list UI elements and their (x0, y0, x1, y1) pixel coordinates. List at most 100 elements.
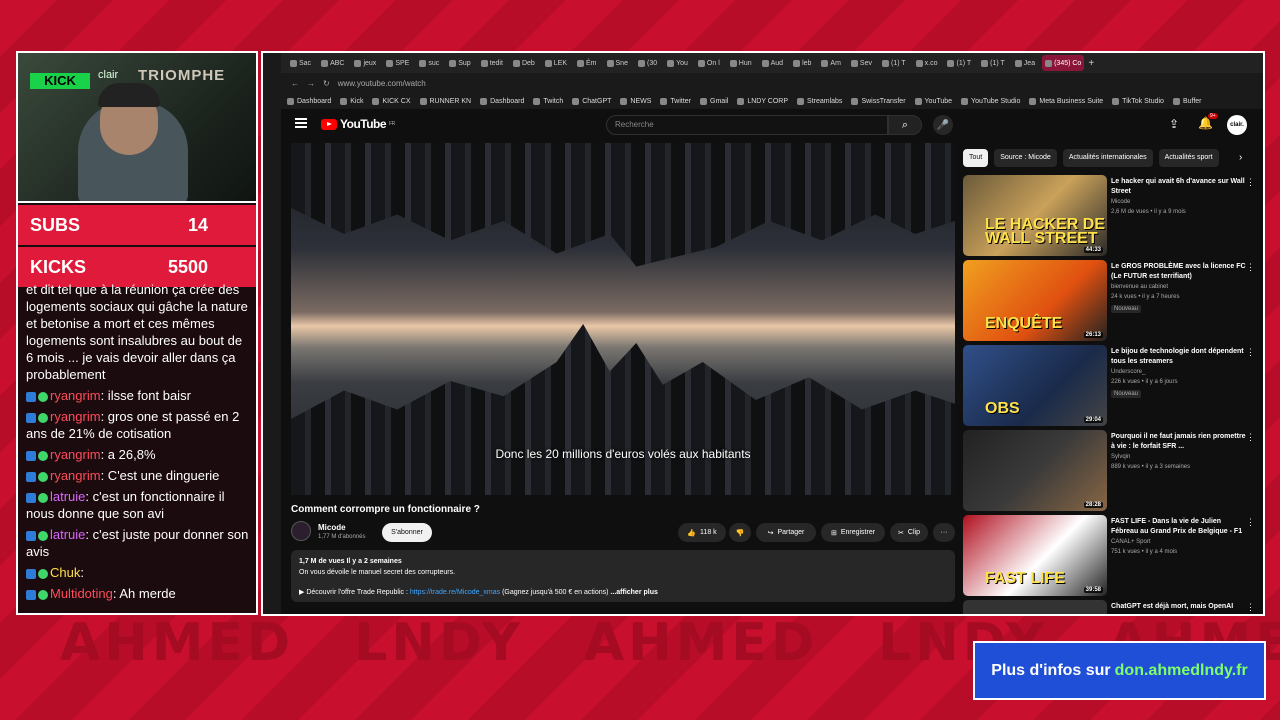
bookmark-item[interactable]: Kick (340, 97, 363, 105)
bookmark-item[interactable]: Buffer (1172, 97, 1202, 105)
recommended-title[interactable]: FAST LIFE - Dans la vie de Julien Fébrea… (1111, 517, 1247, 537)
more-options-icon[interactable]: ⋮ (1246, 347, 1255, 358)
save-button[interactable]: ⊞ Enregistrer (821, 523, 885, 542)
browser-tab[interactable]: LEK (542, 55, 570, 71)
browser-tab[interactable]: (345) Co (1042, 55, 1085, 71)
browser-tab[interactable]: Ém (574, 55, 600, 71)
chevron-right-icon[interactable]: › (1239, 152, 1242, 163)
browser-tab[interactable]: Sev (848, 55, 875, 71)
share-button[interactable]: ↪ Partager (756, 523, 816, 542)
recommended-channel[interactable]: Sylvqin (1111, 454, 1130, 460)
browser-tab[interactable]: You (664, 55, 691, 71)
browser-sidebar[interactable] (263, 53, 281, 614)
recommended-channel[interactable]: bienvenue au cabinet (1111, 284, 1168, 290)
browser-tab[interactable]: (1) T (879, 55, 909, 71)
chat-username[interactable]: Multidoting (50, 586, 113, 601)
bookmark-item[interactable]: Meta Business Suite (1029, 97, 1103, 105)
account-avatar[interactable]: clair. (1227, 115, 1247, 135)
bookmark-item[interactable]: Gmail (700, 97, 728, 105)
url-text[interactable]: www.youtube.com/watch (338, 79, 426, 88)
browser-tab[interactable]: On l (695, 55, 723, 71)
recommended-video[interactable]: LE HACKER DE WALL STREET 44:33 Le hacker q… (963, 175, 1263, 257)
recommended-channel[interactable]: CANAL+ Sport (1111, 539, 1151, 545)
browser-tab[interactable]: Am (818, 55, 844, 71)
recommended-video[interactable]: ENQUÊTE 26:13 Le GROS PROBLÈME avec la lic… (963, 260, 1263, 342)
channel-avatar[interactable] (291, 521, 311, 541)
video-thumbnail[interactable]: LE HACKER DE WALL STREET 44:33 (963, 175, 1107, 256)
recommended-video[interactable]: FAST LIFE 39:58 FAST LIFE - Dans la vie de… (963, 515, 1263, 597)
browser-tab[interactable]: Jea (1012, 55, 1038, 71)
chat-username[interactable]: latruie (50, 527, 85, 542)
like-button[interactable]: 👍 118 k (678, 523, 726, 542)
bookmark-item[interactable]: YouTube Studio (961, 97, 1020, 105)
bookmark-item[interactable]: NEWS (620, 97, 651, 105)
bookmark-item[interactable]: Dashboard (480, 97, 524, 105)
subscribe-button[interactable]: S'abonner (382, 523, 432, 542)
address-bar[interactable]: ← → ↻ www.youtube.com/watch (281, 73, 1263, 93)
browser-tab[interactable]: Sne (604, 55, 631, 71)
recommended-video[interactable]: 28:28 Pourquoi il ne faut jamais rien pro… (963, 430, 1263, 512)
more-options-icon[interactable]: ⋮ (1246, 517, 1255, 528)
voice-search-icon[interactable]: 🎤 (933, 115, 953, 135)
more-options-icon[interactable]: ⋮ (1246, 432, 1255, 443)
clip-button[interactable]: ✂ Clip (890, 523, 928, 542)
forward-icon[interactable]: → (307, 79, 315, 88)
bookmark-item[interactable]: ChatGPT (572, 97, 611, 105)
bookmark-item[interactable]: LNDY CORP (737, 97, 788, 105)
bookmark-item[interactable]: TikTok Studio (1112, 97, 1164, 105)
chat-username[interactable]: Chuk (50, 565, 80, 580)
youtube-logo[interactable]: YouTube FR (321, 117, 395, 131)
bookmark-item[interactable]: SwissTransfer (851, 97, 906, 105)
menu-icon[interactable] (295, 118, 307, 128)
video-thumbnail[interactable] (963, 600, 1107, 614)
browser-tab[interactable]: Hun (727, 55, 755, 71)
video-player[interactable] (291, 143, 955, 495)
bookmark-item[interactable]: Twitter (660, 97, 691, 105)
dislike-button[interactable]: 👎 (729, 523, 751, 542)
browser-tab[interactable]: (1) T (978, 55, 1008, 71)
browser-tab[interactable]: tedit (478, 55, 506, 71)
browser-tab[interactable]: Deb (510, 55, 538, 71)
browser-tab[interactable]: Aud (759, 55, 786, 71)
video-thumbnail[interactable]: 28:28 (963, 430, 1107, 511)
browser-tab[interactable]: (1) T (944, 55, 974, 71)
bookmark-item[interactable]: Dashboard (287, 97, 331, 105)
bookmark-item[interactable]: RUNNER KN (419, 97, 471, 105)
recommended-title[interactable]: Le GROS PROBLÈME avec la licence FC (Le … (1111, 262, 1247, 282)
new-tab-button[interactable]: + (1088, 58, 1094, 69)
bookmark-item[interactable]: Twitch (533, 97, 563, 105)
recommended-title[interactable]: Pourquoi il ne faut jamais rien promettr… (1111, 432, 1247, 452)
bookmark-item[interactable]: YouTube (914, 97, 952, 105)
reload-icon[interactable]: ↻ (323, 79, 330, 88)
chat-username[interactable]: ryangrim (50, 409, 101, 424)
search-input[interactable]: Recherche (606, 115, 888, 135)
browser-tab[interactable]: suc (416, 55, 442, 71)
channel-name[interactable]: Micode (318, 523, 346, 532)
bookmark-item[interactable]: Streamlabs (797, 97, 842, 105)
chat-username[interactable]: latruie (50, 489, 85, 504)
more-options-icon[interactable]: ⋮ (1246, 602, 1255, 613)
filter-chip[interactable]: Tout (963, 149, 989, 167)
video-thumbnail[interactable]: OBS 29:04 (963, 345, 1107, 426)
more-options-icon[interactable]: ⋮ (1246, 262, 1255, 273)
chat-username[interactable]: ryangrim (50, 447, 101, 462)
chat-username[interactable]: ryangrim (50, 468, 101, 483)
chat-username[interactable]: ryangrim (50, 388, 101, 403)
bookmark-item[interactable]: KICK CX (372, 97, 411, 105)
browser-tab[interactable]: Sup (446, 55, 473, 71)
video-thumbnail[interactable]: FAST LIFE 39:58 (963, 515, 1107, 596)
recommended-channel[interactable]: Underscore_ (1111, 369, 1145, 375)
filter-chip[interactable]: Actualités sport (1158, 149, 1219, 167)
browser-tab[interactable]: SPE (383, 55, 412, 71)
back-icon[interactable]: ← (291, 79, 299, 88)
filter-chip[interactable]: Source : Micode (994, 149, 1057, 167)
recommended-channel[interactable]: Micode (1111, 199, 1130, 205)
recommended-title[interactable]: Le hacker qui avait 6h d'avance sur Wall… (1111, 177, 1247, 197)
video-thumbnail[interactable]: ENQUÊTE 26:13 (963, 260, 1107, 341)
create-icon[interactable]: ⇪ (1169, 117, 1179, 131)
browser-tab[interactable]: jeux (351, 55, 379, 71)
recommended-video[interactable]: OBS 29:04 Le bijou de technologie dont dép… (963, 345, 1263, 427)
show-more-link[interactable]: ...afficher plus (608, 589, 657, 596)
browser-tab[interactable]: Sac (287, 55, 314, 71)
browser-tab[interactable]: ABC (318, 55, 347, 71)
